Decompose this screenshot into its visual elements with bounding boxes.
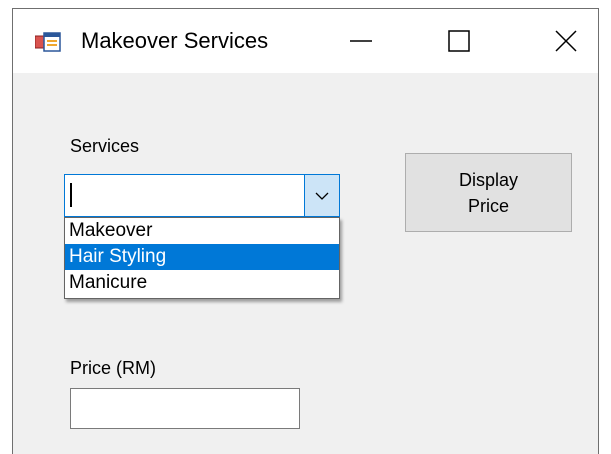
price-label: Price (RM): [70, 358, 156, 378]
services-dropdown-list: Makeover Hair Styling Manicure: [64, 217, 340, 299]
services-combobox[interactable]: [64, 174, 340, 217]
close-button[interactable]: [538, 21, 594, 61]
services-label: Services: [70, 136, 140, 156]
price-textbox[interactable]: [70, 388, 300, 429]
minimize-icon: [350, 40, 372, 42]
dropdown-option-makeover[interactable]: Makeover: [65, 218, 339, 244]
maximize-button[interactable]: [431, 21, 487, 61]
close-icon: [555, 30, 577, 52]
text-caret: [70, 183, 72, 207]
chevron-down-icon: [315, 192, 329, 200]
dropdown-option-manicure[interactable]: Manicure: [65, 270, 339, 296]
combo-dropdown-button[interactable]: [304, 175, 339, 216]
display-price-button-line1: Display: [458, 169, 519, 190]
app-window: Makeover Services Services Makeover Hair…: [12, 8, 599, 454]
display-price-button[interactable]: Display Price: [405, 153, 572, 232]
dropdown-option-hair-styling[interactable]: Hair Styling: [65, 244, 339, 270]
maximize-icon: [448, 30, 470, 52]
minimize-button[interactable]: [333, 21, 389, 61]
app-icon: [34, 31, 61, 53]
window-title: Makeover Services: [81, 28, 269, 53]
display-price-button-line2: Price: [467, 195, 509, 216]
title-bar[interactable]: Makeover Services: [13, 9, 598, 73]
